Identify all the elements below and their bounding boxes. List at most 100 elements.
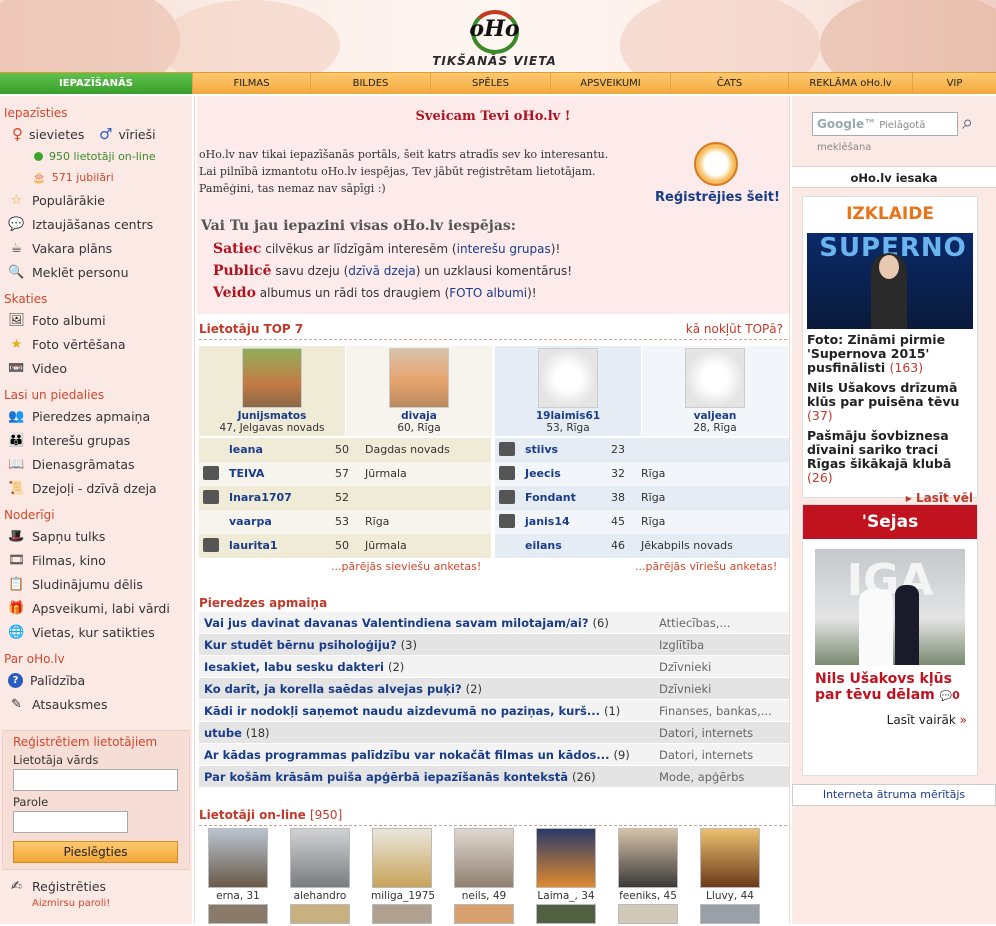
- list-item[interactable]: Kādi ir nodokļi saņemot naudu aizdevumā …: [199, 700, 789, 722]
- top-row-man[interactable]: Jeecis 32 Rīga: [495, 462, 789, 486]
- online-user-partial[interactable]: [617, 904, 679, 926]
- speedtest-link[interactable]: Interneta ātruma mērītājs: [792, 784, 996, 806]
- site-logo[interactable]: oHo TIKŠANĀS VIETA: [422, 6, 567, 70]
- more-women-link[interactable]: ...pārējās sieviešu anketas!: [331, 560, 481, 573]
- top-card[interactable]: Junijsmatos 47, Jelgavas novads: [199, 346, 345, 436]
- top-row-man[interactable]: eilans 46 Jēkabpils novads: [495, 534, 789, 558]
- top-card[interactable]: valjean 28, Rīga: [642, 346, 788, 436]
- more-men-link[interactable]: ...pārējās vīriešu anketas!: [635, 560, 777, 573]
- user-photo[interactable]: [372, 828, 432, 888]
- online-count-link[interactable]: 950 lietotāji on-line: [0, 146, 192, 167]
- pen-icon[interactable]: [694, 142, 738, 186]
- top-row-woman[interactable]: TEIVA 57 Jūrmala: [199, 462, 491, 486]
- news-item[interactable]: Pašmāju šovbiznesa dīvaini sariko traci …: [803, 429, 977, 491]
- user-photo[interactable]: [538, 348, 598, 408]
- interesu-grupas-link[interactable]: interešu grupas: [457, 242, 551, 256]
- sejas-headline[interactable]: Nils Ušakovs kļūs par tēvu dēlam 💬0: [803, 665, 977, 705]
- user-photo[interactable]: [700, 828, 760, 888]
- user-photo[interactable]: [242, 348, 302, 408]
- sidebar-item-foto-vertesana[interactable]: ★ Foto vērtēšana: [0, 332, 192, 356]
- foto-albumi-link[interactable]: FOTO albumi: [449, 286, 527, 300]
- tab-reklama[interactable]: REKLĀMA oHo.lv: [789, 73, 913, 94]
- online-user[interactable]: miliga_1975: [371, 828, 435, 902]
- user-photo[interactable]: [536, 828, 596, 888]
- tab-apsveikumi[interactable]: APSVEIKUMI: [551, 73, 671, 94]
- sidebar-item-vakara-plans[interactable]: ☕ Vakara plāns: [0, 236, 192, 260]
- online-user-partial[interactable]: [453, 904, 515, 926]
- user-photo[interactable]: [454, 828, 514, 888]
- user-photo[interactable]: [389, 348, 449, 408]
- online-user[interactable]: feeniks, 45: [617, 828, 679, 902]
- sidebar-item-filmas[interactable]: 🎞 Filmas, kino: [0, 548, 192, 572]
- online-user[interactable]: Lluvy, 44: [699, 828, 761, 902]
- list-item[interactable]: Kur studēt bērnu psiholoģiju? (3) Izglītī…: [199, 634, 789, 656]
- online-user-partial[interactable]: [699, 904, 761, 926]
- online-user[interactable]: Laima_, 34: [535, 828, 597, 902]
- tab-filmas[interactable]: FILMAS: [193, 73, 311, 94]
- top-row-man[interactable]: janis14 45 Rīga: [495, 510, 789, 534]
- online-user[interactable]: erna, 31: [207, 828, 269, 902]
- password-field[interactable]: [13, 811, 128, 833]
- lasit-vel-link[interactable]: ▸ Lasīt vēl: [803, 491, 977, 505]
- search-input[interactable]: Google™ Pielāgotā meklēšana: [812, 112, 958, 153]
- sidebar-item-palidziba[interactable]: ? Palīdzība: [0, 668, 192, 692]
- list-item[interactable]: Iesakiet, labu sesku dakteri (2) Dzīvniek…: [199, 656, 789, 678]
- list-item[interactable]: Ko darīt, ja korella saēdas alvejas puķi…: [199, 678, 789, 700]
- sidebar-item-apsveikumi[interactable]: 🎁 Apsveikumi, labi vārdi: [0, 596, 192, 620]
- online-user-partial[interactable]: [535, 904, 597, 926]
- list-item[interactable]: Par košām krāsām puiša apģērbā iepazīšan…: [199, 766, 789, 788]
- top-row-woman[interactable]: vaarpa 53 Rīga: [199, 510, 491, 534]
- sidebar-item-intereses[interactable]: 👪 Interešu grupas: [0, 428, 192, 452]
- login-button[interactable]: Pieslēgties: [13, 841, 178, 863]
- user-photo[interactable]: [618, 828, 678, 888]
- top-row-woman[interactable]: Inara1707 52: [199, 486, 491, 510]
- sidebar-item-atsauksmes[interactable]: ✎ Atsauksmes: [0, 692, 192, 716]
- sidebar-item-sapnu-tulks[interactable]: 🎩 Sapņu tulks: [0, 524, 192, 548]
- news-item[interactable]: Nils Ušakovs drīzumā klūs par puisēna tē…: [803, 381, 977, 429]
- sidebar-item-dienasgramatas[interactable]: 📖 Dienasgrāmatas: [0, 452, 192, 476]
- tab-iepazisanas[interactable]: IEPAZĪŠANĀS: [0, 73, 193, 94]
- online-user-partial[interactable]: [371, 904, 433, 926]
- user-photo[interactable]: [290, 828, 350, 888]
- sidebar-item-video[interactable]: 📼 Video: [0, 356, 192, 380]
- sidebar-item-sludinajumi[interactable]: 📋 Sludinājumu dēlis: [0, 572, 192, 596]
- dziva-dzeja-link[interactable]: dzīvā dzeja: [348, 264, 416, 278]
- username-field[interactable]: [13, 769, 178, 791]
- virieši-link[interactable]: vīrieši: [118, 127, 155, 142]
- jubilari-link[interactable]: 🎂 571 jubilāri: [0, 167, 192, 188]
- sidebar-item-iztaujasanas[interactable]: 💬 Iztaujāšanas centrs: [0, 212, 192, 236]
- list-item[interactable]: Ar kādas programmas palīdzību var nokačā…: [199, 744, 789, 766]
- top-card[interactable]: divaja 60, Rīga: [346, 346, 492, 436]
- sidebar-item-meklet[interactable]: 🔍 Meklēt personu: [0, 260, 192, 284]
- tab-speles[interactable]: SPĒLES: [431, 73, 551, 94]
- tab-bildes[interactable]: BILDES: [311, 73, 431, 94]
- register-link[interactable]: ✍ Reģistrēties: [0, 874, 192, 898]
- top-row-woman[interactable]: leana 50 Dagdas novads: [199, 438, 491, 462]
- register-here-link[interactable]: Reģistrējies šeit!: [655, 190, 780, 205]
- user-photo[interactable]: [208, 828, 268, 888]
- user-photo[interactable]: [685, 348, 745, 408]
- top-row-man[interactable]: stiivs 23: [495, 438, 789, 462]
- list-item[interactable]: utube (18) Datori, internets: [199, 722, 789, 744]
- sejas-photo[interactable]: IGA: [815, 549, 965, 665]
- lasit-vairak-link[interactable]: Lasīt vairāk »: [803, 705, 977, 727]
- online-user[interactable]: neils, 49: [453, 828, 515, 902]
- online-user-partial[interactable]: [289, 904, 351, 926]
- sidebar-item-dzejoli[interactable]: 📜 Dzejoļi - dzīvā dzeja: [0, 476, 192, 500]
- news-item[interactable]: Foto: Zināmi pirmie 'Supernova 2015' pus…: [803, 333, 977, 381]
- online-user-partial[interactable]: [207, 904, 269, 926]
- forgot-password-link[interactable]: Aizmirsu paroli!: [0, 898, 192, 909]
- top-row-man[interactable]: Fondant 38 Rīga: [495, 486, 789, 510]
- search-icon[interactable]: ⌕: [962, 110, 973, 134]
- sidebar-item-foto-albumi[interactable]: 🖼 Foto albumi: [0, 308, 192, 332]
- sievietes-link[interactable]: sievietes: [29, 127, 99, 142]
- tab-vip[interactable]: VIP: [913, 73, 996, 94]
- sidebar-item-vietas[interactable]: 🌐 Vietas, kur satikties: [0, 620, 192, 644]
- sidebar-item-popularakie[interactable]: ☆ Populārākie: [0, 188, 192, 212]
- top-row-woman[interactable]: laurita1 50 Jūrmala: [199, 534, 491, 558]
- tab-cats[interactable]: ČATS: [671, 73, 789, 94]
- list-item[interactable]: Vai jus davinat davanas Valentindiena sa…: [199, 612, 789, 634]
- supernova-banner[interactable]: SUPERNO: [807, 233, 973, 329]
- online-user[interactable]: alehandro: [289, 828, 351, 902]
- sidebar-item-pieredzes[interactable]: 👥 Pieredzes apmaiņa: [0, 404, 192, 428]
